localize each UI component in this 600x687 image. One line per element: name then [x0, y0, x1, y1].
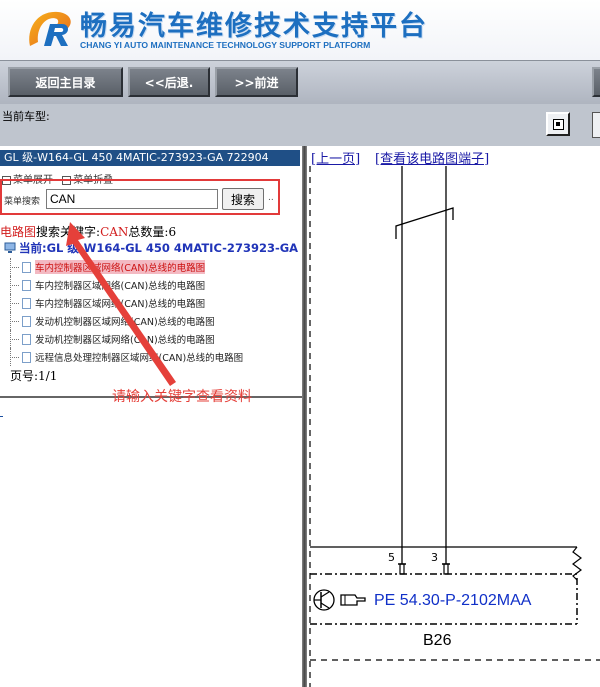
tree-item[interactable]: 发动机控制器区域网络(CAN)总线的电路图: [8, 312, 300, 330]
tree-item-label: 发动机控制器区域网络(CAN)总线的电路图: [35, 335, 215, 346]
document-icon: [22, 315, 31, 327]
page-value[interactable]: 1/1: [38, 369, 57, 383]
tree-item-label: 车内控制器区域网络(CAN)总线的电路图: [35, 260, 206, 274]
app-header: 畅易汽车维修技术支持平台 CHANG YI AUTO MAINTENANCE T…: [0, 0, 600, 60]
component-code-link[interactable]: PE 54.30-P-2102MAA: [374, 592, 531, 610]
back-button[interactable]: <<后退.: [128, 67, 210, 97]
prev-page-link[interactable]: [上一页]: [311, 148, 360, 167]
result-count: 6: [168, 225, 177, 239]
result-count-label: 总数量:: [128, 225, 169, 239]
search-more[interactable]: ..: [268, 193, 274, 203]
logo-icon: [29, 11, 71, 46]
page-label: 页号:: [10, 369, 39, 383]
tree-item[interactable]: 车内控制器区域网络(CAN)总线的电路图: [8, 294, 300, 312]
current-vehicle-label: 当前:GL 级-W164-GL 450 4MATIC-273923-GA: [19, 241, 299, 255]
computer-icon: [4, 242, 16, 253]
result-tree: 车内控制器区域网络(CAN)总线的电路图 车内控制器区域网络(CAN)总线的电路…: [8, 258, 300, 366]
component-name: B26: [423, 632, 452, 649]
document-icon: [22, 297, 31, 309]
annotation-text: 请输入关键字查看资料: [112, 389, 252, 405]
document-icon: [22, 333, 31, 345]
search-input[interactable]: [46, 189, 218, 209]
tree-item-label: 车内控制器区域网络(CAN)总线的电路图: [35, 281, 206, 292]
pin-label: 5: [388, 551, 395, 564]
model-overflow-button[interactable]: [592, 112, 600, 138]
search-result-summary: 电路图搜索关键字:CAN总数量:6: [0, 223, 176, 240]
search-label: 菜单搜索: [4, 197, 41, 207]
result-keyword-label: 搜索关键字:: [36, 225, 101, 239]
current-vehicle-node[interactable]: 当前:GL 级-W164-GL 450 4MATIC-273923-GA: [4, 240, 298, 256]
model-select-button[interactable]: [546, 112, 570, 136]
tree-item[interactable]: 远程信息处理控制器区域网络(CAN)总线的电路图: [8, 348, 300, 366]
home-button[interactable]: 返回主目录: [8, 67, 123, 97]
site-title: 畅易汽车维修技术支持平台: [80, 11, 428, 42]
menu-panel: GL 级-W164-GL 450 4MATIC-273923-GA 722904…: [0, 146, 302, 687]
site-subtitle: CHANG YI AUTO MAINTENANCE TECHNOLOGY SUP…: [80, 40, 371, 50]
tree-item[interactable]: 车内控制器区域网络(CAN)总线的电路图: [8, 276, 300, 294]
tree-item-label: 远程信息处理控制器区域网络(CAN)总线的电路图: [35, 353, 244, 364]
result-category: 电路图: [0, 225, 37, 239]
document-icon: [22, 279, 31, 291]
view-terminals-link[interactable]: [查看该电路图端子]: [375, 148, 489, 167]
tree-item-label: 车内控制器区域网络(CAN)总线的电路图: [35, 299, 206, 310]
vehicle-title: GL 级-W164-GL 450 4MATIC-273923-GA 722904: [0, 150, 300, 166]
window-icon: [552, 118, 564, 130]
forward-button[interactable]: >>前进: [215, 67, 298, 97]
nav-bar: 返回主目录 <<后退. >>前进: [0, 60, 600, 105]
document-icon: [22, 261, 31, 273]
diagram-panel: [上一页] [查看该电路图端子] 5 3 PE 54.30-P-2102MAA …: [307, 146, 600, 687]
search-button[interactable]: 搜索: [222, 188, 264, 210]
result-keyword: CAN: [100, 225, 129, 239]
pin-label: 3: [431, 551, 438, 564]
search-box: 菜单搜索 搜索 ..: [0, 179, 280, 215]
link-marker: [0, 416, 3, 417]
current-model-label: 当前车型:: [2, 110, 50, 123]
pagination: 页号:1/1: [10, 367, 57, 384]
model-row: 当前车型:: [0, 104, 600, 146]
nav-overflow-button[interactable]: [592, 67, 600, 97]
tree-item[interactable]: 发动机控制器区域网络(CAN)总线的电路图: [8, 330, 300, 348]
document-icon: [22, 351, 31, 363]
tree-item[interactable]: 车内控制器区域网络(CAN)总线的电路图: [8, 258, 300, 276]
tree-item-label: 发动机控制器区域网络(CAN)总线的电路图: [35, 317, 215, 328]
